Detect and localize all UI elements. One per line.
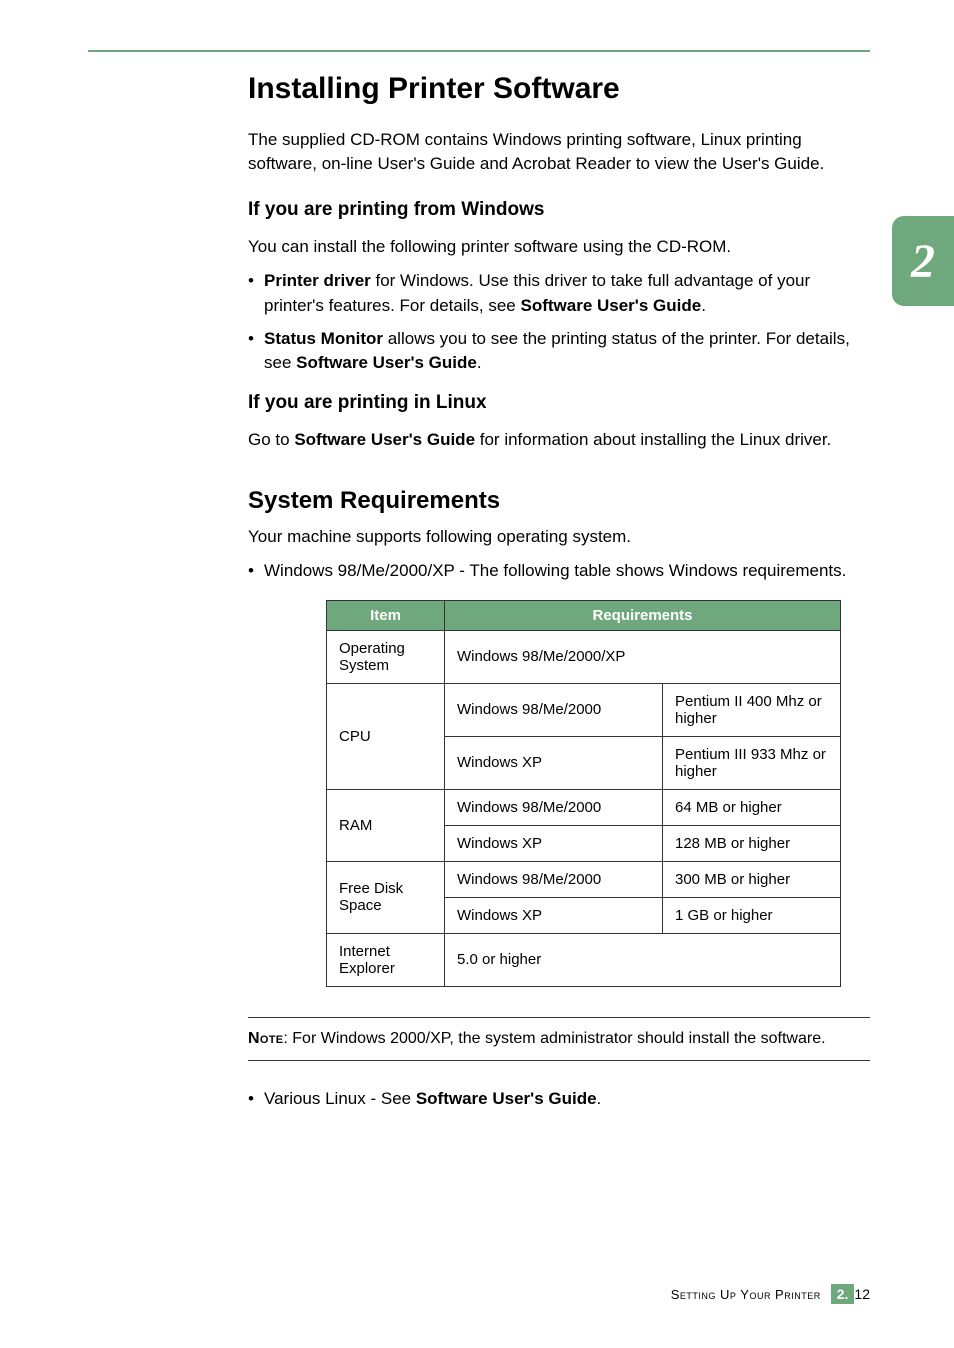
bold-text: Software User's Guide (294, 430, 475, 449)
cell-os: Windows 98/Me/2000 (445, 861, 663, 897)
linux-subheading: If you are printing in Linux (248, 392, 870, 414)
table-row: Free Disk Space Windows 98/Me/2000 300 M… (327, 861, 841, 897)
chapter-badge: 2. (831, 1284, 855, 1304)
note-block: Note: For Windows 2000/XP, the system ad… (248, 1017, 870, 1061)
bullet-bold: Status Monitor (264, 329, 383, 348)
table-header-item: Item (327, 600, 445, 630)
cell-value: Pentium III 933 Mhz or higher (663, 736, 841, 789)
list-item: Windows 98/Me/2000/XP - The following ta… (248, 559, 870, 584)
page-title: Installing Printer Software (248, 70, 870, 108)
linux-bullet-list: Various Linux - See Software User's Guid… (248, 1087, 870, 1112)
note-label: Note (248, 1030, 283, 1047)
requirements-bullet-list: Windows 98/Me/2000/XP - The following ta… (248, 559, 870, 584)
page-footer: Setting Up Your Printer 2.12 (671, 1286, 870, 1302)
cell-os: Windows 98/Me/2000 (445, 789, 663, 825)
requirements-table: Item Requirements Operating System Windo… (326, 600, 841, 987)
bold-text: Software User's Guide (416, 1089, 597, 1108)
list-item: Printer driver for Windows. Use this dri… (248, 269, 870, 318)
table-row: Internet Explorer 5.0 or higher (327, 933, 841, 986)
page-number: 12 (854, 1286, 870, 1302)
list-item: Status Monitor allows you to see the pri… (248, 327, 870, 376)
cell-value: 5.0 or higher (445, 933, 841, 986)
footer-section-title: Setting Up Your Printer (671, 1287, 821, 1302)
intro-paragraph: The supplied CD-ROM contains Windows pri… (248, 128, 870, 177)
top-rule (88, 0, 870, 52)
cell-value: 300 MB or higher (663, 861, 841, 897)
cell-item: Internet Explorer (327, 933, 445, 986)
requirements-paragraph: Your machine supports following operatin… (248, 525, 870, 550)
cell-item: RAM (327, 789, 445, 861)
linux-paragraph: Go to Software User's Guide for informat… (248, 428, 870, 453)
bullet-bold: Software User's Guide (296, 353, 477, 372)
text: Go to (248, 430, 294, 449)
cell-item: Free Disk Space (327, 861, 445, 933)
table-row: RAM Windows 98/Me/2000 64 MB or higher (327, 789, 841, 825)
bullet-bold: Printer driver (264, 271, 371, 290)
text: Various Linux - See (264, 1089, 416, 1108)
cell-os: Windows XP (445, 897, 663, 933)
chapter-number: 2 (911, 234, 935, 289)
windows-paragraph: You can install the following printer so… (248, 235, 870, 260)
table-header-requirements: Requirements (445, 600, 841, 630)
page-content: Installing Printer Software The supplied… (0, 52, 954, 1112)
cell-value: Pentium II 400 Mhz or higher (663, 683, 841, 736)
note-text: : For Windows 2000/XP, the system admini… (283, 1030, 825, 1047)
cell-item: Operating System (327, 630, 445, 683)
cell-value: Windows 98/Me/2000/XP (445, 630, 841, 683)
chapter-tab: 2 (892, 216, 954, 306)
requirements-heading: System Requirements (248, 487, 870, 515)
windows-subheading: If you are printing from Windows (248, 199, 870, 221)
cell-value: 64 MB or higher (663, 789, 841, 825)
cell-item: CPU (327, 683, 445, 789)
page-indicator: 2.12 (831, 1286, 870, 1302)
table-row: CPU Windows 98/Me/2000 Pentium II 400 Mh… (327, 683, 841, 736)
list-item: Various Linux - See Software User's Guid… (248, 1087, 870, 1112)
cell-value: 1 GB or higher (663, 897, 841, 933)
bullet-text: . (477, 353, 482, 372)
cell-os: Windows 98/Me/2000 (445, 683, 663, 736)
text: for information about installing the Lin… (475, 430, 831, 449)
bullet-text: . (701, 296, 706, 315)
cell-os: Windows XP (445, 736, 663, 789)
bullet-bold: Software User's Guide (520, 296, 701, 315)
windows-bullet-list: Printer driver for Windows. Use this dri… (248, 269, 870, 376)
text: . (597, 1089, 602, 1108)
cell-os: Windows XP (445, 825, 663, 861)
table-row: Operating System Windows 98/Me/2000/XP (327, 630, 841, 683)
cell-value: 128 MB or higher (663, 825, 841, 861)
